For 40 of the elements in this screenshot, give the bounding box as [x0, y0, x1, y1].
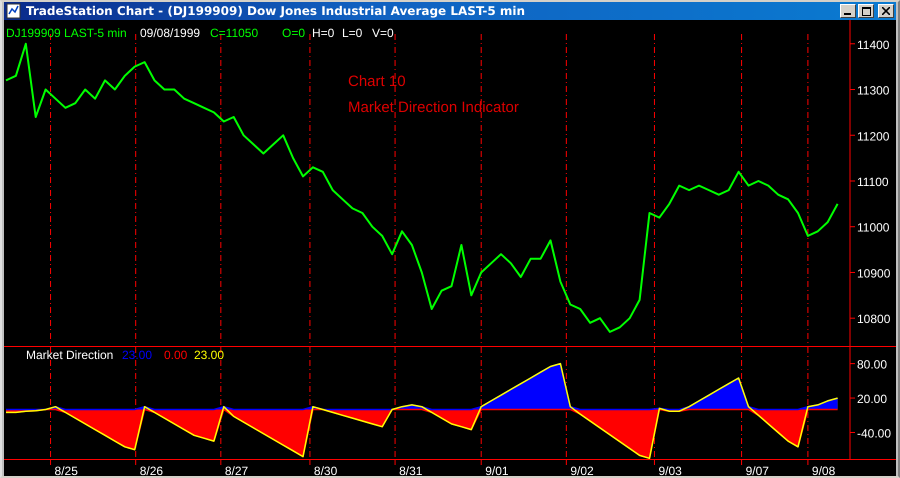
- chart-note: Chart 10: [348, 73, 406, 90]
- axis-label: 10900: [857, 266, 890, 280]
- close-button[interactable]: [878, 4, 894, 18]
- maximize-icon: [862, 6, 870, 16]
- date-label: 8/31: [399, 464, 422, 476]
- header-text: 09/08/1999: [140, 26, 200, 40]
- date-label: 8/25: [54, 464, 78, 476]
- axis-label: 11000: [857, 220, 890, 235]
- chart-note: Market Direction Indicator: [348, 99, 519, 116]
- axis-label: 11300: [857, 84, 890, 98]
- date-label: 8/30: [314, 464, 338, 476]
- date-label: 9/02: [570, 464, 594, 476]
- date-label: 9/08: [812, 464, 836, 476]
- header-text: O=0: [282, 26, 306, 40]
- axis-label: -40.00: [857, 426, 892, 440]
- axis-label: 11200: [857, 129, 890, 144]
- chart-document-icon: [6, 3, 22, 19]
- date-label: 9/03: [658, 464, 682, 476]
- axis-label: 80.00: [857, 358, 888, 372]
- date-label: 9/07: [746, 464, 769, 476]
- date-label: 9/01: [485, 464, 509, 476]
- axis-label: 11100: [857, 174, 889, 189]
- date-label: 8/27: [224, 464, 248, 476]
- axis-label: 20.00: [857, 392, 888, 406]
- indicator-title: Market Direction: [26, 348, 114, 362]
- header-text: H=0: [312, 26, 334, 40]
- legend-value: 0.00: [164, 348, 188, 362]
- header-text: C=11050: [210, 26, 258, 40]
- legend-value: 23.00: [122, 348, 152, 362]
- date-label: 8/26: [140, 464, 164, 476]
- series-name: DJ199909 LAST-5 min: [6, 26, 127, 40]
- axis-label: 11400: [857, 38, 890, 52]
- header-text: L=0: [342, 26, 362, 40]
- legend-value: 23.00: [194, 348, 224, 362]
- window-title: TradeStation Chart - (DJ199909) Dow Jones Industrial Average LAST-5 min: [26, 4, 526, 18]
- axis-label: 10800: [857, 312, 890, 326]
- close-icon: [882, 7, 890, 15]
- maximize-button[interactable]: [858, 4, 874, 18]
- header-text: V=0: [372, 26, 394, 40]
- minimize-button[interactable]: [840, 4, 856, 18]
